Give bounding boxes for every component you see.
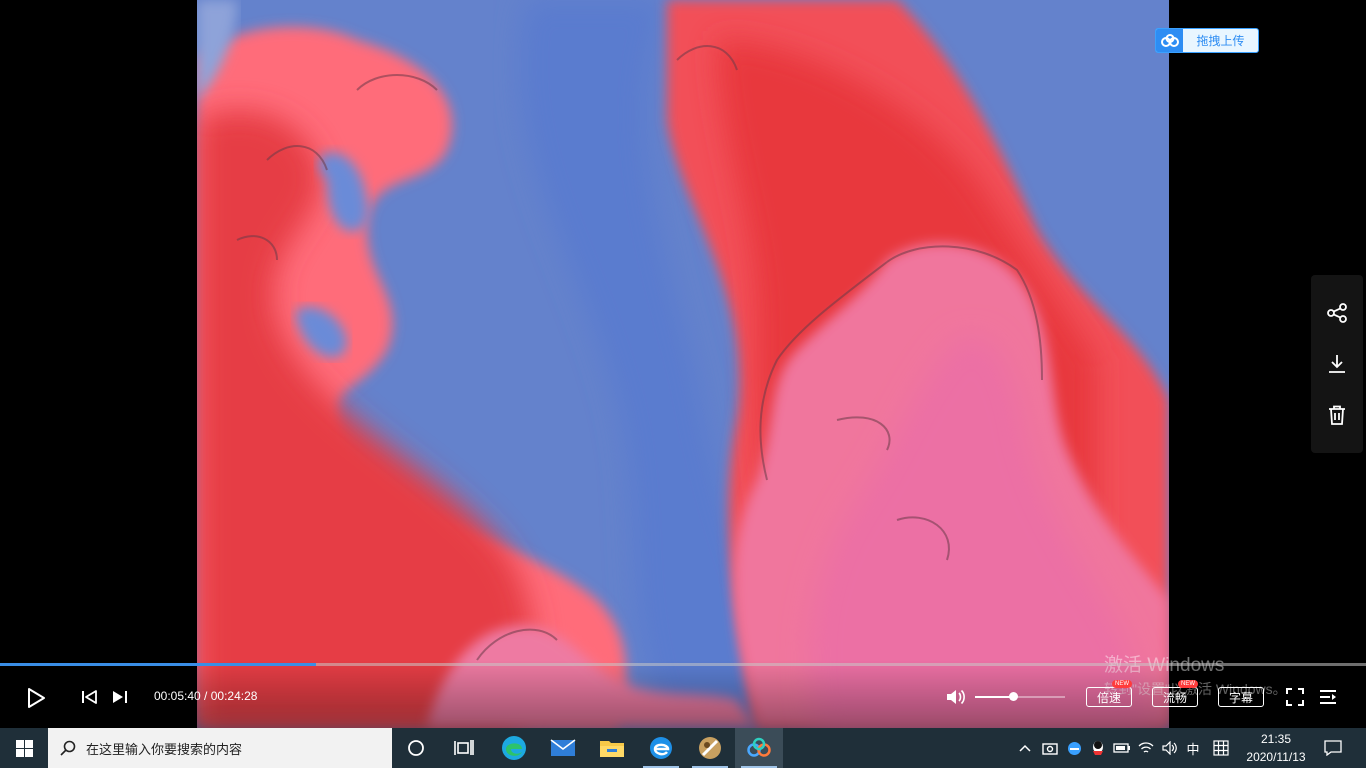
video-player[interactable]: 拖拽上传 激活 Windows 转到"设置"以激活 bbox=[0, 0, 1366, 728]
trash-icon[interactable] bbox=[1324, 402, 1350, 428]
ime-grid-icon bbox=[1213, 740, 1229, 756]
video-frame[interactable] bbox=[197, 0, 1169, 728]
baidu-netdisk-icon bbox=[747, 737, 771, 757]
action-center-button[interactable] bbox=[1318, 728, 1348, 768]
playlist-button[interactable] bbox=[1317, 686, 1339, 708]
volume-knob[interactable] bbox=[1008, 692, 1018, 701]
speed-new-badge: NEW bbox=[1112, 680, 1132, 688]
tray-battery[interactable] bbox=[1111, 728, 1133, 768]
cloud-logo-icon bbox=[1156, 29, 1183, 52]
mail-button[interactable] bbox=[539, 728, 587, 768]
tray-network[interactable] bbox=[1135, 728, 1157, 768]
quality-label: 流畅 bbox=[1162, 690, 1187, 705]
time-display: 00:05:40 / 00:24:28 bbox=[154, 689, 257, 703]
quality-new-badge: NEW bbox=[1178, 680, 1198, 688]
ime-indicator[interactable]: 中 bbox=[1182, 728, 1204, 768]
tray-browser[interactable] bbox=[1063, 728, 1085, 768]
taskbar-search-box[interactable]: 在这里输入你要搜索的内容 bbox=[48, 728, 392, 768]
download-icon[interactable] bbox=[1324, 351, 1350, 377]
playlist-icon bbox=[1320, 690, 1336, 704]
speed-button[interactable]: 倍速 NEW bbox=[1086, 680, 1132, 707]
search-icon bbox=[60, 740, 76, 756]
battery-icon bbox=[1113, 743, 1130, 753]
subtitle-button[interactable]: 字幕 bbox=[1218, 687, 1264, 707]
baidu-netdisk-button[interactable] bbox=[735, 728, 783, 768]
chevron-up-icon bbox=[1019, 744, 1031, 752]
file-explorer-icon bbox=[600, 741, 624, 757]
task-view-button[interactable] bbox=[440, 728, 488, 768]
start-button[interactable] bbox=[0, 728, 48, 768]
control-bar: 00:05:40 / 00:24:28 倍速 NEW 流畅 NEW 字幕 bbox=[0, 660, 1366, 728]
share-icon[interactable] bbox=[1324, 300, 1350, 326]
drag-upload-button[interactable]: 拖拽上传 bbox=[1155, 28, 1259, 53]
skip-previous-icon bbox=[82, 690, 97, 704]
clock-date: 2020/11/13 bbox=[1246, 750, 1306, 764]
volume-slider[interactable] bbox=[975, 692, 1065, 701]
taskbar-clock[interactable]: 21:35 2020/11/13 bbox=[1236, 730, 1316, 766]
media-app-icon bbox=[699, 737, 721, 759]
edge-button[interactable] bbox=[490, 728, 538, 768]
ie-icon bbox=[650, 737, 672, 759]
clock-time: 21:35 bbox=[1260, 732, 1292, 746]
progress-bar[interactable] bbox=[0, 663, 1366, 666]
windows-logo-icon bbox=[15, 739, 33, 757]
edge-icon bbox=[502, 736, 526, 760]
next-button[interactable] bbox=[109, 686, 131, 708]
upload-label: 拖拽上传 bbox=[1196, 34, 1245, 48]
video-content bbox=[197, 0, 1169, 728]
mail-icon bbox=[550, 739, 576, 756]
tray-camera[interactable] bbox=[1039, 728, 1061, 768]
current-time: 00:05:40 bbox=[154, 689, 201, 703]
wifi-icon bbox=[1138, 742, 1154, 753]
progress-fill bbox=[0, 663, 317, 666]
speed-label: 倍速 bbox=[1096, 690, 1121, 705]
total-time: 00:24:28 bbox=[210, 689, 258, 703]
ime-mode-button[interactable] bbox=[1208, 728, 1234, 768]
ie-button[interactable] bbox=[637, 728, 685, 768]
time-separator: / bbox=[200, 689, 211, 703]
cortana-icon bbox=[408, 740, 424, 756]
qq-tray-icon bbox=[1093, 741, 1103, 755]
file-explorer-button[interactable] bbox=[588, 728, 636, 768]
media-app-button[interactable] bbox=[686, 728, 734, 768]
tray-qq[interactable] bbox=[1087, 728, 1109, 768]
volume-fill bbox=[975, 696, 1013, 698]
previous-button[interactable] bbox=[78, 686, 100, 708]
tray-volume[interactable] bbox=[1159, 728, 1181, 768]
browser-tray-icon bbox=[1067, 741, 1081, 755]
fullscreen-button[interactable] bbox=[1284, 686, 1306, 708]
search-placeholder: 在这里输入你要搜索的内容 bbox=[86, 741, 243, 757]
cortana-button[interactable] bbox=[392, 728, 440, 768]
camera-tray-icon bbox=[1042, 743, 1058, 755]
subtitle-label: 字幕 bbox=[1228, 690, 1253, 705]
play-icon bbox=[28, 688, 45, 708]
volume-icon bbox=[947, 689, 965, 705]
volume-button[interactable] bbox=[944, 686, 968, 708]
app-window: 拖拽上传 激活 Windows 转到"设置"以激活 bbox=[0, 0, 1366, 768]
side-action-panel bbox=[1311, 275, 1363, 453]
show-hidden-icons-button[interactable] bbox=[1014, 728, 1036, 768]
fullscreen-icon bbox=[1286, 688, 1304, 706]
play-button[interactable] bbox=[22, 684, 50, 712]
ime-label: 中 bbox=[1186, 741, 1200, 757]
notification-icon bbox=[1324, 740, 1342, 756]
speaker-icon bbox=[1162, 741, 1177, 755]
skip-next-icon bbox=[113, 691, 127, 703]
task-view-icon bbox=[454, 740, 474, 755]
quality-button[interactable]: 流畅 NEW bbox=[1152, 680, 1198, 707]
